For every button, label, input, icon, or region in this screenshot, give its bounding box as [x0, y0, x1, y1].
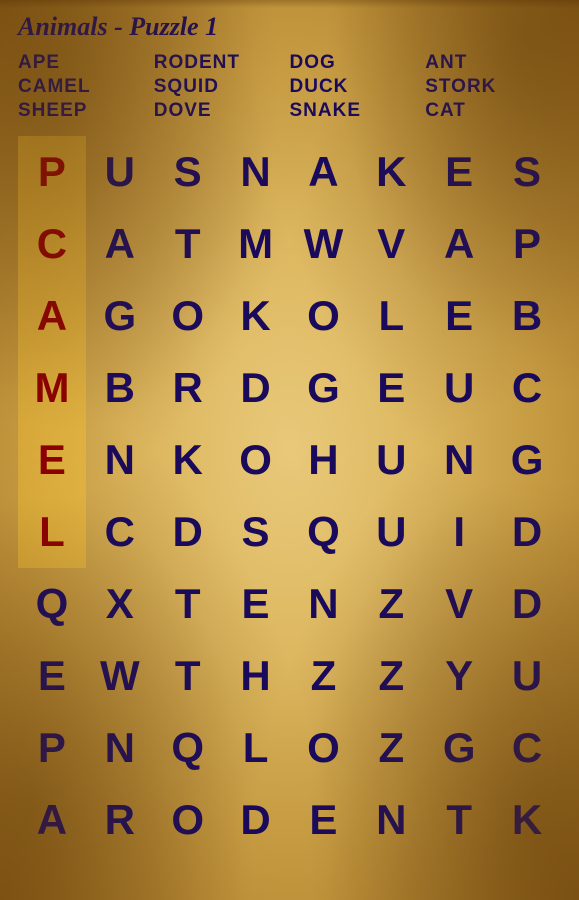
grid-cell-7-3[interactable]: H: [222, 640, 290, 712]
grid-cell-4-3[interactable]: O: [222, 424, 290, 496]
grid-cell-6-0[interactable]: Q: [18, 568, 86, 640]
grid-cell-3-1[interactable]: B: [86, 352, 154, 424]
grid-cell-5-4[interactable]: Q: [290, 496, 358, 568]
grid-cell-7-0[interactable]: E: [18, 640, 86, 712]
grid-cell-1-0[interactable]: C: [18, 208, 86, 280]
grid-cell-4-6[interactable]: N: [425, 424, 493, 496]
grid-cell-6-4[interactable]: N: [290, 568, 358, 640]
word-item-ant: ANT: [425, 52, 561, 74]
word-item-rodent: RODENT: [154, 52, 290, 74]
grid-cell-5-0[interactable]: L: [18, 496, 86, 568]
grid-cell-3-0[interactable]: M: [18, 352, 86, 424]
word-item-dove: DOVE: [154, 100, 290, 122]
grid-cell-2-6[interactable]: E: [425, 280, 493, 352]
grid-cell-4-2[interactable]: K: [154, 424, 222, 496]
grid-cell-6-3[interactable]: E: [222, 568, 290, 640]
grid-cell-9-7[interactable]: K: [493, 784, 561, 856]
word-item-duck: DUCK: [290, 76, 426, 98]
grid-cell-8-3[interactable]: L: [222, 712, 290, 784]
grid-cell-7-2[interactable]: T: [154, 640, 222, 712]
grid-cell-2-4[interactable]: O: [290, 280, 358, 352]
word-item-squid: SQUID: [154, 76, 290, 98]
grid-cell-2-0[interactable]: A: [18, 280, 86, 352]
grid-cell-4-4[interactable]: H: [290, 424, 358, 496]
grid-cell-1-6[interactable]: A: [425, 208, 493, 280]
grid-cell-1-1[interactable]: A: [86, 208, 154, 280]
grid-cell-2-7[interactable]: B: [493, 280, 561, 352]
grid-cell-3-6[interactable]: U: [425, 352, 493, 424]
grid-cell-4-7[interactable]: G: [493, 424, 561, 496]
word-item-stork: STORK: [425, 76, 561, 98]
grid-cell-5-3[interactable]: S: [222, 496, 290, 568]
grid-cell-1-2[interactable]: T: [154, 208, 222, 280]
grid-cell-9-2[interactable]: O: [154, 784, 222, 856]
grid-cell-6-1[interactable]: X: [86, 568, 154, 640]
grid-cell-7-4[interactable]: Z: [290, 640, 358, 712]
grid-cell-0-1[interactable]: U: [86, 136, 154, 208]
grid-cell-3-4[interactable]: G: [290, 352, 358, 424]
grid-cell-5-6[interactable]: I: [425, 496, 493, 568]
page-container: Animals - Puzzle 1 APERODENTDOGANTCAMELS…: [0, 0, 579, 900]
grid-cell-0-0[interactable]: P: [18, 136, 86, 208]
grid-cell-9-6[interactable]: T: [425, 784, 493, 856]
grid-cell-1-4[interactable]: W: [290, 208, 358, 280]
grid-cell-3-2[interactable]: R: [154, 352, 222, 424]
puzzle-grid[interactable]: PUSNAKESCATMWVAPAGOKOLEBMBRDGEUCENKOHUNG…: [18, 136, 561, 856]
grid-cell-9-3[interactable]: D: [222, 784, 290, 856]
grid-cell-9-1[interactable]: R: [86, 784, 154, 856]
grid-cell-1-3[interactable]: M: [222, 208, 290, 280]
word-item-dog: DOG: [290, 52, 426, 74]
page-title: Animals - Puzzle 1: [18, 12, 561, 42]
grid-cell-7-6[interactable]: Y: [425, 640, 493, 712]
grid-cell-9-5[interactable]: N: [357, 784, 425, 856]
grid-cell-0-2[interactable]: S: [154, 136, 222, 208]
grid-cell-8-4[interactable]: O: [290, 712, 358, 784]
word-item-cat: CAT: [425, 100, 561, 122]
grid-cell-6-7[interactable]: D: [493, 568, 561, 640]
grid-cell-1-7[interactable]: P: [493, 208, 561, 280]
grid-cell-3-3[interactable]: D: [222, 352, 290, 424]
grid-cell-2-2[interactable]: O: [154, 280, 222, 352]
grid-cell-9-4[interactable]: E: [290, 784, 358, 856]
word-item-sheep: SHEEP: [18, 100, 154, 122]
grid-cell-8-0[interactable]: P: [18, 712, 86, 784]
grid-cell-3-7[interactable]: C: [493, 352, 561, 424]
grid-cell-6-6[interactable]: V: [425, 568, 493, 640]
grid-cell-0-3[interactable]: N: [222, 136, 290, 208]
grid-cell-4-1[interactable]: N: [86, 424, 154, 496]
grid-cell-8-6[interactable]: G: [425, 712, 493, 784]
word-list: APERODENTDOGANT CAMELSQUIDDUCKSTORK SHEEPD…: [18, 52, 561, 122]
grid-cell-5-1[interactable]: C: [86, 496, 154, 568]
grid-cell-2-1[interactable]: G: [86, 280, 154, 352]
grid-cell-7-1[interactable]: W: [86, 640, 154, 712]
grid-cell-9-0[interactable]: A: [18, 784, 86, 856]
grid-cell-6-2[interactable]: T: [154, 568, 222, 640]
word-item-snake: SNAKE: [290, 100, 426, 122]
grid-cell-4-0[interactable]: E: [18, 424, 86, 496]
word-item-ape: APE: [18, 52, 154, 74]
grid-cell-5-2[interactable]: D: [154, 496, 222, 568]
grid-cell-8-2[interactable]: Q: [154, 712, 222, 784]
grid-cell-4-5[interactable]: U: [357, 424, 425, 496]
grid-cell-8-5[interactable]: Z: [357, 712, 425, 784]
grid-cell-1-5[interactable]: V: [357, 208, 425, 280]
word-item-camel: CAMEL: [18, 76, 154, 98]
grid-cell-2-3[interactable]: K: [222, 280, 290, 352]
grid-cell-7-5[interactable]: Z: [357, 640, 425, 712]
grid-cell-0-4[interactable]: A: [290, 136, 358, 208]
grid-cell-3-5[interactable]: E: [357, 352, 425, 424]
grid-cell-2-5[interactable]: L: [357, 280, 425, 352]
grid-cell-0-6[interactable]: E: [425, 136, 493, 208]
grid-cell-8-1[interactable]: N: [86, 712, 154, 784]
grid-cell-0-7[interactable]: S: [493, 136, 561, 208]
grid-cell-0-5[interactable]: K: [357, 136, 425, 208]
grid-cell-5-7[interactable]: D: [493, 496, 561, 568]
grid-cell-8-7[interactable]: C: [493, 712, 561, 784]
grid-cell-6-5[interactable]: Z: [357, 568, 425, 640]
grid-cell-5-5[interactable]: U: [357, 496, 425, 568]
grid-cell-7-7[interactable]: U: [493, 640, 561, 712]
